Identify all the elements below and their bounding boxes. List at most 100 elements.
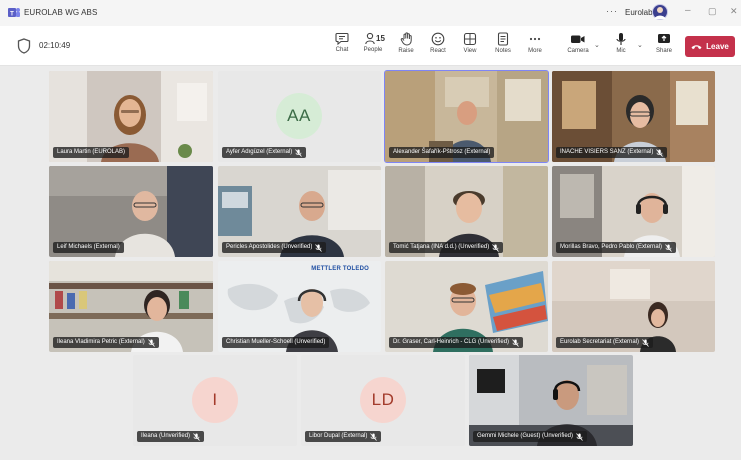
participant-tile[interactable]: Morillas Bravo, Pedro Pablo (External) (552, 166, 715, 257)
participant-name: Gemmi Michele (Guest) (Unverified) (477, 433, 574, 439)
share-label: Share (655, 48, 672, 54)
participant-name: Eurolab Secretariat (External) (560, 339, 640, 345)
mic-off-icon (315, 243, 323, 252)
teams-meeting-window: T EUROLAB WG ABS ··· Eurolab – ▢ ✕ 02:10… (0, 0, 741, 460)
participant-tile[interactable]: I Ileana (Unverified) (133, 355, 297, 446)
participant-name-tag: Leif Michaels (External) (53, 242, 124, 253)
people-label: People (363, 47, 383, 53)
mic-off-icon (295, 148, 303, 157)
participant-name-tag: Eurolab Secretariat (External) (556, 337, 654, 348)
svg-text:T: T (10, 12, 14, 18)
participant-initials-avatar: AA (276, 93, 322, 139)
view-button[interactable]: View (453, 30, 487, 62)
more-options-button[interactable]: ··· (606, 6, 618, 16)
participant-tile[interactable]: Eurolab Secretariat (External) (552, 261, 715, 352)
participant-initials-avatar: I (192, 377, 238, 423)
participant-name: Morillas Bravo, Pedro Pablo (External) (560, 244, 663, 250)
participant-tile[interactable]: Dr. Graser, Carl-Heinrich - CLG (Unverif… (385, 261, 548, 352)
organization-name[interactable]: Eurolab (625, 8, 653, 17)
meeting-toolbar: 02:10:49 Chat 15 People Raise React View… (0, 26, 741, 66)
participant-name-tag: Christian Mueller-Schoell (Unverified) (222, 337, 330, 348)
participant-tile[interactable]: Ileana Vladimira Petric (External) (49, 261, 213, 352)
raise-label: Raise (398, 48, 414, 54)
participant-tile-active-speaker[interactable]: Alexander Šafařík-Pštrosz (External) (384, 70, 549, 163)
more-button[interactable]: More (518, 30, 552, 62)
mic-off-icon (576, 432, 583, 441)
participant-name: Ayfer Adıgüzel (External) (226, 149, 293, 155)
mic-off-icon (656, 148, 664, 157)
participant-name: Pericles Apostolides (Unverified) (226, 244, 313, 250)
mic-off-icon (512, 338, 519, 347)
camera-label: Camera (567, 48, 589, 54)
raise-hand-button[interactable]: Raise (389, 30, 423, 62)
chat-icon (335, 32, 349, 45)
participant-tile[interactable]: Gemmi Michele (Guest) (Unverified) (469, 355, 633, 446)
camera-icon (571, 35, 585, 43)
participant-name-tag: Pericles Apostolides (Unverified) (222, 242, 327, 253)
camera-button[interactable]: Camera (561, 30, 595, 62)
participant-name-tag: INACHE VISIERS SANZ (External) (556, 147, 668, 158)
mic-off-icon (642, 338, 649, 347)
close-button[interactable]: ✕ (730, 6, 738, 17)
user-avatar-icon (654, 7, 666, 19)
participant-tile[interactable]: AA Ayfer Adıgüzel (External) (218, 71, 381, 162)
title-bar: T EUROLAB WG ABS ··· Eurolab – ▢ ✕ (0, 0, 741, 26)
participant-tile[interactable]: Tomić Tatjana (INA d.d.) (Unverified) (385, 166, 548, 257)
leave-label: Leave (706, 42, 729, 51)
hang-up-icon (691, 44, 702, 49)
view-icon (463, 32, 477, 46)
mic-off-icon (370, 432, 378, 441)
participant-tile[interactable]: Pericles Apostolides (Unverified) (218, 166, 381, 257)
window-title: EUROLAB WG ABS (24, 8, 98, 17)
participant-tile[interactable]: METTLER TOLEDO Christian Mueller-Schoell… (218, 261, 381, 352)
participant-name-tag: Libor Dupal (External) (305, 431, 382, 442)
participant-name: Christian Mueller-Schoell (Unverified) (226, 339, 326, 345)
participant-tile[interactable]: Laura Martin (EUROLAB) (49, 71, 213, 162)
user-avatar[interactable] (652, 4, 668, 20)
participant-tile[interactable]: INACHE VISIERS SANZ (External) (552, 71, 715, 162)
meeting-timer: 02:10:49 (39, 41, 71, 50)
shield-icon (17, 38, 31, 54)
participant-name: Ileana Vladimira Petric (External) (57, 339, 145, 345)
react-label: React (430, 48, 446, 54)
more-icon (529, 37, 541, 41)
leave-button[interactable]: Leave (685, 36, 735, 57)
mic-label: Mic (616, 48, 626, 54)
notes-icon (497, 32, 509, 46)
participant-name: Tomić Tatjana (INA d.d.) (Unverified) (393, 244, 490, 250)
more-label: More (528, 48, 542, 54)
react-button[interactable]: React (421, 30, 455, 62)
mic-off-icon (193, 432, 200, 441)
minimize-button[interactable]: – (685, 5, 691, 16)
participant-name: Leif Michaels (External) (57, 244, 120, 250)
participant-name: Dr. Graser, Carl-Heinrich - CLG (Unverif… (393, 339, 510, 345)
camera-options-chevron-icon[interactable]: ⌄ (594, 41, 600, 49)
participant-name-tag: Tomić Tatjana (INA d.d.) (Unverified) (389, 242, 504, 253)
people-button[interactable]: 15 People (356, 30, 390, 62)
participant-tile[interactable]: Leif Michaels (External) (49, 166, 213, 257)
mic-icon (616, 33, 626, 45)
participant-tile[interactable]: LD Libor Dupal (External) (301, 355, 465, 446)
teams-logo-icon: T (8, 8, 20, 18)
maximize-button[interactable]: ▢ (708, 6, 717, 17)
participant-name-tag: Ileana Vladimira Petric (External) (53, 337, 159, 348)
mic-off-icon (492, 243, 500, 252)
mic-off-icon (147, 338, 155, 347)
participant-name: Libor Dupal (External) (309, 433, 368, 439)
participant-name-tag: Morillas Bravo, Pedro Pablo (External) (556, 242, 677, 253)
mic-options-chevron-icon[interactable]: ⌄ (637, 41, 643, 49)
raise-hand-icon (400, 32, 412, 46)
mic-off-icon (665, 243, 672, 252)
participant-name-tag: Ayfer Adıgüzel (External) (222, 147, 307, 158)
notes-button[interactable]: Notes (486, 30, 520, 62)
video-gallery: Laura Martin (EUROLAB) AA Ayfer Adıgüzel… (0, 67, 741, 460)
react-icon (431, 32, 445, 46)
share-button[interactable]: Share (647, 30, 681, 62)
participant-name: Laura Martin (EUROLAB) (57, 149, 126, 155)
participant-name-tag: Ileana (Unverified) (137, 431, 205, 442)
participant-name: Ileana (Unverified) (141, 433, 191, 439)
participant-name-tag: Gemmi Michele (Guest) (Unverified) (473, 431, 588, 442)
mic-button[interactable]: Mic (604, 30, 638, 62)
participant-name: INACHE VISIERS SANZ (External) (560, 149, 654, 155)
chat-button[interactable]: Chat (325, 30, 359, 62)
